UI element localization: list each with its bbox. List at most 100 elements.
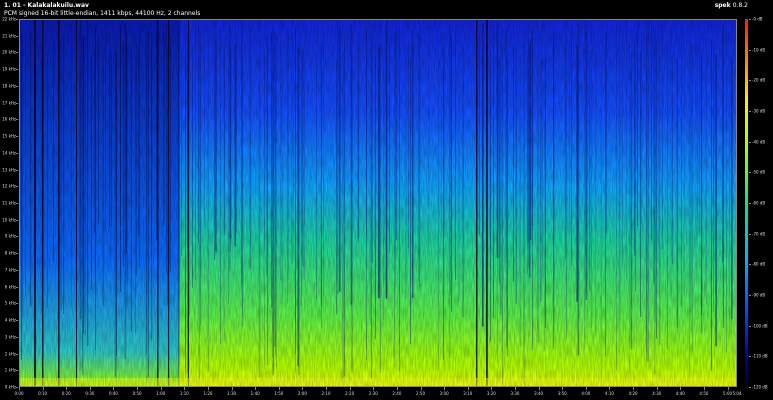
- file-title: 1. 01 - Kalakalakuilu.wav: [4, 2, 89, 9]
- time-tick-label: 3:00: [439, 391, 449, 396]
- spectrogram-image: [20, 20, 736, 386]
- frequency-tick-label: 4 kHz: [4, 317, 16, 323]
- time-tick-mark: [113, 387, 115, 390]
- time-tick-label: 4:50: [699, 391, 709, 396]
- time-tick-label: 4:20: [628, 391, 638, 396]
- time-tick-label: 4:10: [604, 391, 614, 396]
- frequency-tick-mark: [16, 69, 18, 71]
- db-tick-label: -80 dB: [752, 261, 766, 267]
- frequency-tick-mark: [16, 152, 18, 154]
- time-tick-label: 3:10: [463, 391, 473, 396]
- frequency-tick-label: 11 kHz: [2, 200, 16, 206]
- frequency-tick-mark: [16, 52, 18, 54]
- db-tick-mark: [749, 80, 751, 82]
- db-tick-label: -90 dB: [752, 292, 766, 298]
- time-tick-mark: [680, 387, 682, 390]
- time-tick-label: 5:00: [723, 391, 733, 396]
- time-tick-label: 0:50: [132, 391, 142, 396]
- time-tick-mark: [703, 387, 705, 390]
- frequency-tick-label: 2 kHz: [4, 351, 16, 357]
- frequency-tick-label: 1 kHz: [4, 367, 16, 373]
- time-tick-mark: [727, 387, 729, 390]
- frequency-tick-label: 13 kHz: [2, 167, 16, 173]
- db-tick-mark: [749, 295, 751, 296]
- db-colorbar: [745, 19, 748, 387]
- time-tick-mark: [420, 387, 422, 390]
- spectrogram[interactable]: [19, 19, 737, 387]
- time-tick-mark: [467, 387, 469, 390]
- db-tick-label: -110 dB: [752, 353, 768, 359]
- time-tick-mark: [278, 387, 280, 390]
- time-tick-label-end: 5:04: [732, 391, 742, 396]
- db-tick-mark: [749, 172, 751, 174]
- db-scale: -0 dB -10 dB -20 dB -30 dB -40 dB -50 dB -60 d…: [749, 16, 773, 390]
- time-tick-mark: [184, 387, 186, 390]
- frequency-tick-mark: [16, 286, 18, 288]
- time-axis: 0:00 0:10 0:20 0:30 0:40 0:50 1:00 1:10 1:20 1:30…: [15, 387, 741, 399]
- frequency-tick-label: 17 kHz: [2, 100, 16, 106]
- db-tick-label: -0 dB: [752, 16, 763, 22]
- frequency-tick-label: 0 kHz: [4, 384, 16, 390]
- db-tick-label: -10 dB: [752, 47, 766, 53]
- time-tick-mark: [491, 387, 493, 390]
- db-tick-mark: [749, 19, 751, 20]
- time-tick-label: 3:30: [510, 391, 520, 396]
- frequency-tick-mark: [16, 85, 18, 87]
- frequency-tick-mark: [16, 353, 18, 355]
- time-tick-label: 1:50: [274, 391, 284, 396]
- db-tick-label: -50 dB: [752, 169, 766, 175]
- db-tick-label: -30 dB: [752, 108, 766, 114]
- frequency-tick-label: 18 kHz: [2, 83, 16, 89]
- time-tick-label: 2:30: [368, 391, 378, 396]
- time-tick-label: 1:00: [156, 391, 166, 396]
- time-tick-label: 2:50: [416, 391, 425, 396]
- time-tick-label: 4:30: [652, 391, 662, 396]
- db-tick-mark: [749, 356, 751, 358]
- format-info: PCM signed 16-bit little-endian, 1411 kb…: [4, 10, 201, 17]
- frequency-tick-label: 7 kHz: [4, 267, 16, 273]
- frequency-tick-label: 10 kHz: [2, 217, 16, 223]
- db-tick-label: -100 dB: [752, 323, 768, 329]
- frequency-tick-label: 16 kHz: [2, 116, 16, 122]
- time-tick-mark: [562, 387, 564, 390]
- frequency-tick-label: 22 kHz: [2, 16, 16, 22]
- db-tick-label: -60 dB: [752, 200, 766, 206]
- time-tick-label: 3:40: [534, 391, 544, 396]
- file-info-header: 1. 01 - Kalakalakuilu.wav PCM signed 16-…: [4, 2, 200, 18]
- frequency-tick-label: 3 kHz: [4, 334, 16, 340]
- frequency-tick-label: 6 kHz: [4, 284, 16, 290]
- time-tick-label: 1:40: [250, 391, 260, 396]
- time-tick-label: 2:10: [321, 391, 331, 396]
- time-tick-label: 3:20: [486, 391, 496, 396]
- frequency-tick-mark: [16, 336, 18, 338]
- db-tick-mark: [749, 387, 751, 388]
- frequency-tick-mark: [16, 19, 18, 20]
- time-tick-label: 0:20: [61, 391, 71, 396]
- frequency-tick-mark: [16, 203, 18, 204]
- time-tick-mark: [19, 387, 20, 390]
- time-tick-label: 2:00: [297, 391, 307, 396]
- frequency-tick-label: 12 kHz: [2, 183, 16, 189]
- time-tick-mark: [255, 387, 257, 390]
- frequency-tick-mark: [16, 253, 18, 255]
- frequency-tick-mark: [16, 169, 18, 171]
- frequency-tick-mark: [16, 136, 18, 138]
- time-tick-mark: [42, 387, 44, 390]
- frequency-axis: 0 kHz 1 kHz 2 kHz 3 kHz 4 kHz 5 kHz 6 kHz 7 kHz…: [0, 16, 18, 390]
- frequency-tick-mark: [16, 236, 18, 238]
- time-tick-mark: [373, 387, 375, 390]
- time-tick-mark: [585, 387, 587, 390]
- time-tick-mark: [396, 387, 398, 390]
- time-tick-mark: [207, 387, 209, 390]
- app-name: spek 0.8.2: [715, 2, 748, 9]
- frequency-tick-label: 19 kHz: [2, 66, 16, 72]
- time-tick-mark: [538, 387, 540, 390]
- time-tick-label: 0:30: [85, 391, 95, 396]
- frequency-tick-mark: [16, 269, 18, 271]
- frequency-tick-mark: [16, 119, 18, 121]
- time-tick-mark: [326, 387, 328, 390]
- time-tick-label: 4:40: [675, 391, 685, 396]
- time-tick-label: 0:40: [108, 391, 118, 396]
- frequency-tick-mark: [16, 219, 18, 221]
- frequency-tick-label: 5 kHz: [4, 300, 16, 306]
